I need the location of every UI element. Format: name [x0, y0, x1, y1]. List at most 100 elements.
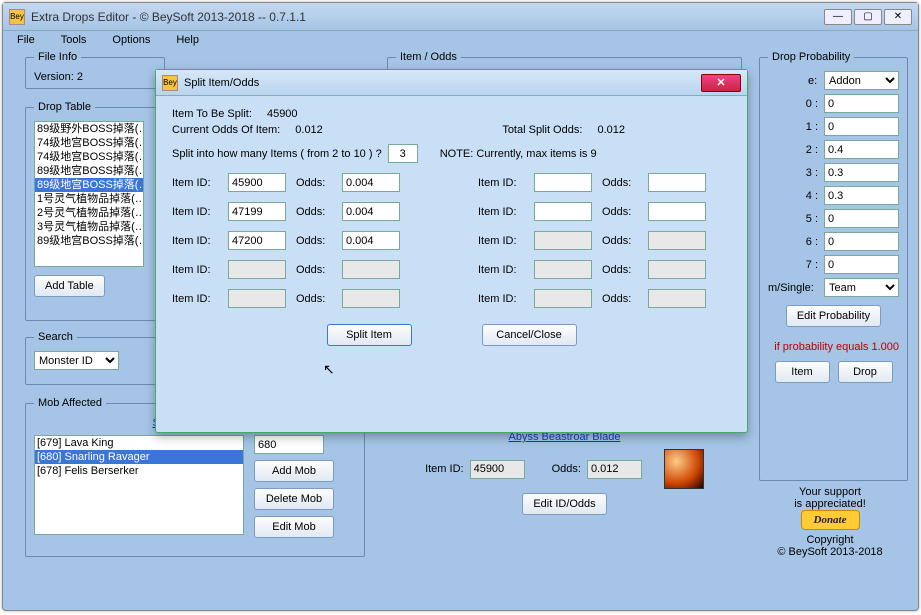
grid-odds-label: Odds: — [602, 177, 640, 189]
total-split-odds-label: Total Split Odds: — [502, 124, 582, 136]
prob-value-input[interactable] — [824, 232, 899, 251]
grid-odds-label: Odds: — [296, 206, 334, 218]
dialog-close-button[interactable]: ✕ — [701, 74, 741, 92]
drop-table-item[interactable]: 2号灵气植物品掉落(… — [35, 206, 143, 220]
close-button[interactable]: ✕ — [884, 9, 912, 25]
drop-probability-legend: Drop Probability — [768, 51, 854, 63]
prob-value-input[interactable] — [824, 140, 899, 159]
prob-row-label: 5 : — [768, 213, 818, 225]
minimize-button[interactable]: — — [824, 9, 852, 25]
grid-odds-input[interactable] — [342, 202, 400, 221]
item-detail-area: Abyss Beastroar Blade Item ID: Odds: Edi… — [387, 431, 742, 515]
drop-table-item[interactable]: 74级地宫BOSS掉落(… — [35, 150, 143, 164]
item-button[interactable]: Item — [775, 361, 830, 383]
grid-odds-label: Odds: — [296, 293, 334, 305]
mob-id-input[interactable] — [254, 435, 324, 454]
prob-value-input[interactable] — [824, 117, 899, 136]
grid-odds-input[interactable] — [342, 231, 400, 250]
split-item-dialog: Bey Split Item/Odds ✕ Item To Be Split: … — [155, 69, 748, 433]
edit-id-odds-button[interactable]: Edit ID/Odds — [522, 493, 606, 515]
probability-notice: if probability equals 1.000 — [768, 341, 899, 353]
current-odds-label: Current Odds Of Item: — [172, 124, 280, 136]
search-type-select[interactable]: Monster ID — [34, 351, 119, 370]
drop-table-legend: Drop Table — [34, 101, 95, 113]
search-legend: Search — [34, 331, 77, 343]
menu-options[interactable]: Options — [108, 33, 154, 49]
drop-table-item[interactable]: 89级地宫BOSS掉落(… — [35, 178, 143, 192]
prob-row-label: 0 : — [768, 98, 818, 110]
grid-odds-label: Odds: — [602, 293, 640, 305]
dialog-title: Split Item/Odds — [184, 77, 701, 89]
team-single-select[interactable]: Team — [824, 278, 899, 297]
drop-table-item[interactable]: 74级地宫BOSS掉落(… — [35, 136, 143, 150]
grid-odds-input[interactable] — [342, 173, 400, 192]
split-item-id-value: 45900 — [267, 108, 298, 120]
donate-button[interactable]: Donate — [801, 510, 860, 530]
grid-id-input[interactable] — [228, 173, 286, 192]
split-item-id-label: Item To Be Split: — [172, 108, 252, 120]
menu-help[interactable]: Help — [172, 33, 203, 49]
drop-table-item[interactable]: 89级地宫BOSS掉落(… — [35, 164, 143, 178]
grid-odds-input[interactable] — [648, 173, 706, 192]
drop-table-item[interactable]: 89级野外BOSS掉落(… — [35, 122, 143, 136]
split-count-input[interactable] — [388, 144, 418, 163]
grid-id-label: Item ID: — [478, 206, 526, 218]
grid-odds-input — [648, 260, 706, 279]
grid-id-input[interactable] — [534, 173, 592, 192]
menubar: File Tools Options Help — [3, 31, 918, 51]
delete-mob-button[interactable]: Delete Mob — [254, 488, 334, 510]
grid-id-input — [534, 289, 592, 308]
version-label: Version: — [34, 71, 74, 83]
grid-odds-label: Odds: — [296, 177, 334, 189]
drop-table-item[interactable]: 3号灵气植物品掉落(… — [35, 220, 143, 234]
grid-id-input — [228, 260, 286, 279]
drop-table-list[interactable]: 89级野外BOSS掉落(…74级地宫BOSS掉落(…74级地宫BOSS掉落(…8… — [34, 121, 144, 267]
add-table-button[interactable]: Add Table — [34, 275, 105, 297]
edit-probability-button[interactable]: Edit Probability — [786, 305, 881, 327]
mob-affected-legend: Mob Affected — [34, 397, 106, 409]
grid-odds-input[interactable] — [648, 202, 706, 221]
prob-row-label: 4 : — [768, 190, 818, 202]
team-single-label: m/Single: — [768, 282, 818, 294]
prob-row-label: 1 : — [768, 121, 818, 133]
grid-id-label: Item ID: — [172, 293, 220, 305]
grid-id-input — [534, 260, 592, 279]
file-info-group: File Info Version: 2 — [25, 51, 165, 89]
copyright-line2: © BeySoft 2013-2018 — [759, 546, 901, 558]
grid-id-label: Item ID: — [478, 235, 526, 247]
menu-tools[interactable]: Tools — [57, 33, 91, 49]
mob-list-item[interactable]: [680] Snarling Ravager — [35, 450, 243, 464]
prob-value-input[interactable] — [824, 94, 899, 113]
cancel-close-button[interactable]: Cancel/Close — [482, 324, 577, 346]
grid-id-input[interactable] — [534, 202, 592, 221]
grid-odds-label: Odds: — [602, 206, 640, 218]
split-item-button[interactable]: Split Item — [327, 324, 412, 346]
prob-row-label: 6 : — [768, 236, 818, 248]
grid-id-input — [534, 231, 592, 250]
prob-value-input[interactable] — [824, 255, 899, 274]
drop-button[interactable]: Drop — [838, 361, 893, 383]
maximize-button[interactable]: ▢ — [854, 9, 882, 25]
mob-list[interactable]: [679] Lava King[680] Snarling Ravager[67… — [34, 435, 244, 535]
edit-mob-button[interactable]: Edit Mob — [254, 516, 334, 538]
item-odds-legend: Item / Odds — [396, 51, 461, 63]
mob-list-item[interactable]: [678] Felis Berserker — [35, 464, 243, 478]
drop-probability-group: Drop Probability e:Addon 0 :1 :2 :3 :4 :… — [759, 51, 908, 481]
grid-odds-input — [648, 231, 706, 250]
support-line2: is appreciated! — [759, 498, 901, 510]
prob-value-input[interactable] — [824, 209, 899, 228]
dialog-icon: Bey — [162, 75, 178, 91]
add-mob-button[interactable]: Add Mob — [254, 460, 334, 482]
menu-file[interactable]: File — [13, 33, 39, 49]
prob-value-input[interactable] — [824, 163, 899, 182]
grid-id-input — [228, 289, 286, 308]
mob-list-item[interactable]: [679] Lava King — [35, 436, 243, 450]
drop-table-item[interactable]: 89级地宫BOSS掉落(… — [35, 234, 143, 248]
current-odds-value: 0.012 — [295, 124, 323, 136]
grid-id-input[interactable] — [228, 231, 286, 250]
prob-type-select[interactable]: Addon — [824, 71, 899, 90]
prob-value-input[interactable] — [824, 186, 899, 205]
version-value: 2 — [77, 71, 83, 83]
drop-table-item[interactable]: 1号灵气植物品掉落(… — [35, 192, 143, 206]
grid-id-input[interactable] — [228, 202, 286, 221]
